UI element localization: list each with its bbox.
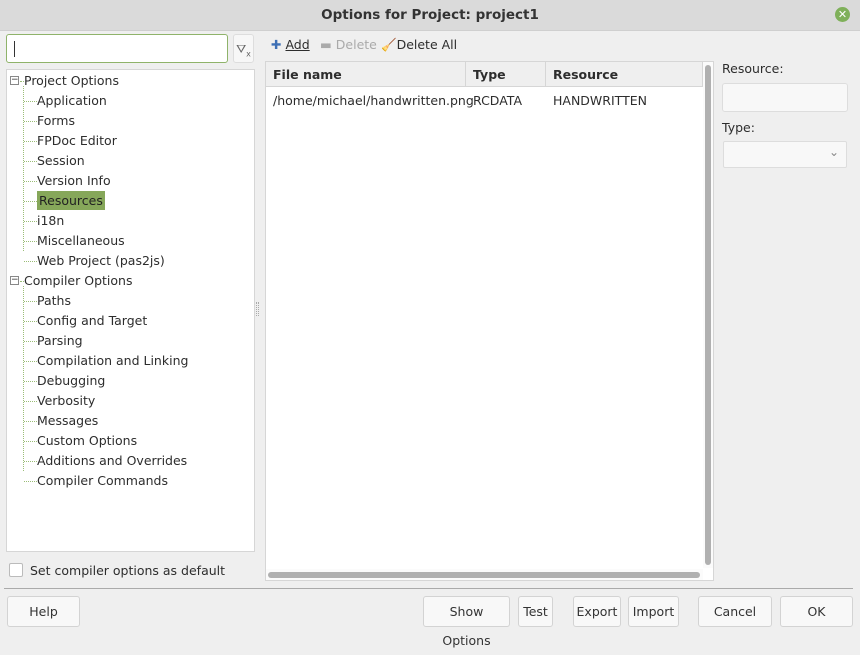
tree-line <box>24 361 37 362</box>
tree-item-config-and-target[interactable]: Config and Target <box>37 311 147 330</box>
search-input[interactable] <box>6 34 228 63</box>
type-select[interactable]: ⌄ <box>723 141 847 168</box>
vertical-scrollbar[interactable] <box>703 62 713 568</box>
cell-type: RCDATA <box>473 93 522 108</box>
title-bar: Options for Project: project1 <box>0 0 860 31</box>
window-title: Options for Project: project1 <box>321 7 539 23</box>
tree-line <box>24 441 37 442</box>
set-default-checkbox[interactable] <box>9 563 23 577</box>
test-button[interactable]: Test <box>518 596 553 627</box>
tree-item-forms[interactable]: Forms <box>37 111 75 130</box>
type-label: Type: <box>722 120 755 135</box>
tree-item-compilation-and-linking[interactable]: Compilation and Linking <box>37 351 188 370</box>
tree-item-compiler-commands[interactable]: Compiler Commands <box>37 471 168 490</box>
tree-line <box>24 121 37 122</box>
broom-icon: 🧹 <box>381 37 397 52</box>
add-button[interactable]: ✚ Add <box>271 37 310 53</box>
set-default-label: Set compiler options as default <box>30 563 226 578</box>
collapse-icon[interactable]: − <box>10 276 19 285</box>
export-button[interactable]: Export <box>573 596 621 627</box>
delete-all-button[interactable]: 🧹Delete All <box>381 37 457 53</box>
chevron-down-icon: ⌄ <box>828 145 839 159</box>
tree-item-fpdoc-editor[interactable]: FPDoc Editor <box>37 131 117 150</box>
minus-icon: ▬ <box>320 37 332 52</box>
import-button[interactable]: Import <box>628 596 679 627</box>
resources-table[interactable]: File name Type Resource /home/michael/ha… <box>265 61 714 581</box>
show-options-button[interactable]: Show Options <box>423 596 510 648</box>
tree-line <box>24 141 37 142</box>
tree-item-web-project-pas2js[interactable]: Web Project (pas2js) <box>37 251 165 270</box>
cell-resource: HANDWRITTEN <box>553 93 647 108</box>
collapse-icon[interactable]: − <box>10 76 19 85</box>
tree-item-i18n[interactable]: i18n <box>37 211 64 230</box>
tree-item-paths[interactable]: Paths <box>37 291 71 310</box>
tree-line <box>24 381 37 382</box>
tree-line <box>24 321 37 322</box>
divider <box>4 588 853 589</box>
close-icon[interactable]: ✕ <box>835 7 850 22</box>
tree-line <box>23 86 24 251</box>
tree-item-version-info[interactable]: Version Info <box>37 171 111 190</box>
tree-item-messages[interactable]: Messages <box>37 411 98 430</box>
tree-item-application[interactable]: Application <box>37 91 107 110</box>
resource-label: Resource: <box>722 61 784 76</box>
tree-line <box>23 286 24 471</box>
tree-item-session[interactable]: Session <box>37 151 85 170</box>
tree-line <box>24 481 37 482</box>
help-button[interactable]: Help <box>7 596 80 627</box>
tree-line <box>24 301 37 302</box>
tree-item-debugging[interactable]: Debugging <box>37 371 105 390</box>
tree-item-additions-and-overrides[interactable]: Additions and Overrides <box>37 451 187 470</box>
tree-line <box>24 201 37 202</box>
tree-item-compiler-options[interactable]: Compiler Options <box>24 271 132 290</box>
tree-line <box>24 221 37 222</box>
horizontal-scrollbar[interactable] <box>266 569 703 580</box>
tree-item-project-options[interactable]: Project Options <box>24 71 119 90</box>
splitter-handle[interactable] <box>256 302 259 316</box>
delete-button[interactable]: ▬ Delete <box>320 37 377 53</box>
tree-item-verbosity[interactable]: Verbosity <box>37 391 95 410</box>
tree-item-resources[interactable]: Resources <box>37 191 105 210</box>
options-tree[interactable]: − Project Options Application Forms FPDoc Ed… <box>6 69 255 552</box>
tree-line <box>24 401 37 402</box>
tree-line <box>24 461 37 462</box>
tree-line <box>24 421 37 422</box>
filter-clear-icon: ⛛x <box>236 42 251 59</box>
tree-item-parsing[interactable]: Parsing <box>37 331 83 350</box>
filter-clear-button[interactable]: ⛛x <box>233 34 254 63</box>
tree-line <box>24 241 37 242</box>
tree-item-custom-options[interactable]: Custom Options <box>37 431 137 450</box>
plus-icon: ✚ <box>271 37 282 52</box>
column-header-resource[interactable]: Resource <box>546 62 703 87</box>
tree-line <box>24 161 37 162</box>
tree-line <box>24 101 37 102</box>
ok-button[interactable]: OK <box>780 596 853 627</box>
tree-line <box>24 341 37 342</box>
cancel-button[interactable]: Cancel <box>698 596 772 627</box>
tree-line <box>24 181 37 182</box>
tree-line <box>24 261 37 262</box>
cell-file-name: /home/michael/handwritten.png <box>273 93 474 108</box>
column-header-type[interactable]: Type <box>466 62 546 87</box>
tree-item-miscellaneous[interactable]: Miscellaneous <box>37 231 125 250</box>
column-header-file-name[interactable]: File name <box>266 62 466 87</box>
resource-input[interactable] <box>722 83 848 112</box>
